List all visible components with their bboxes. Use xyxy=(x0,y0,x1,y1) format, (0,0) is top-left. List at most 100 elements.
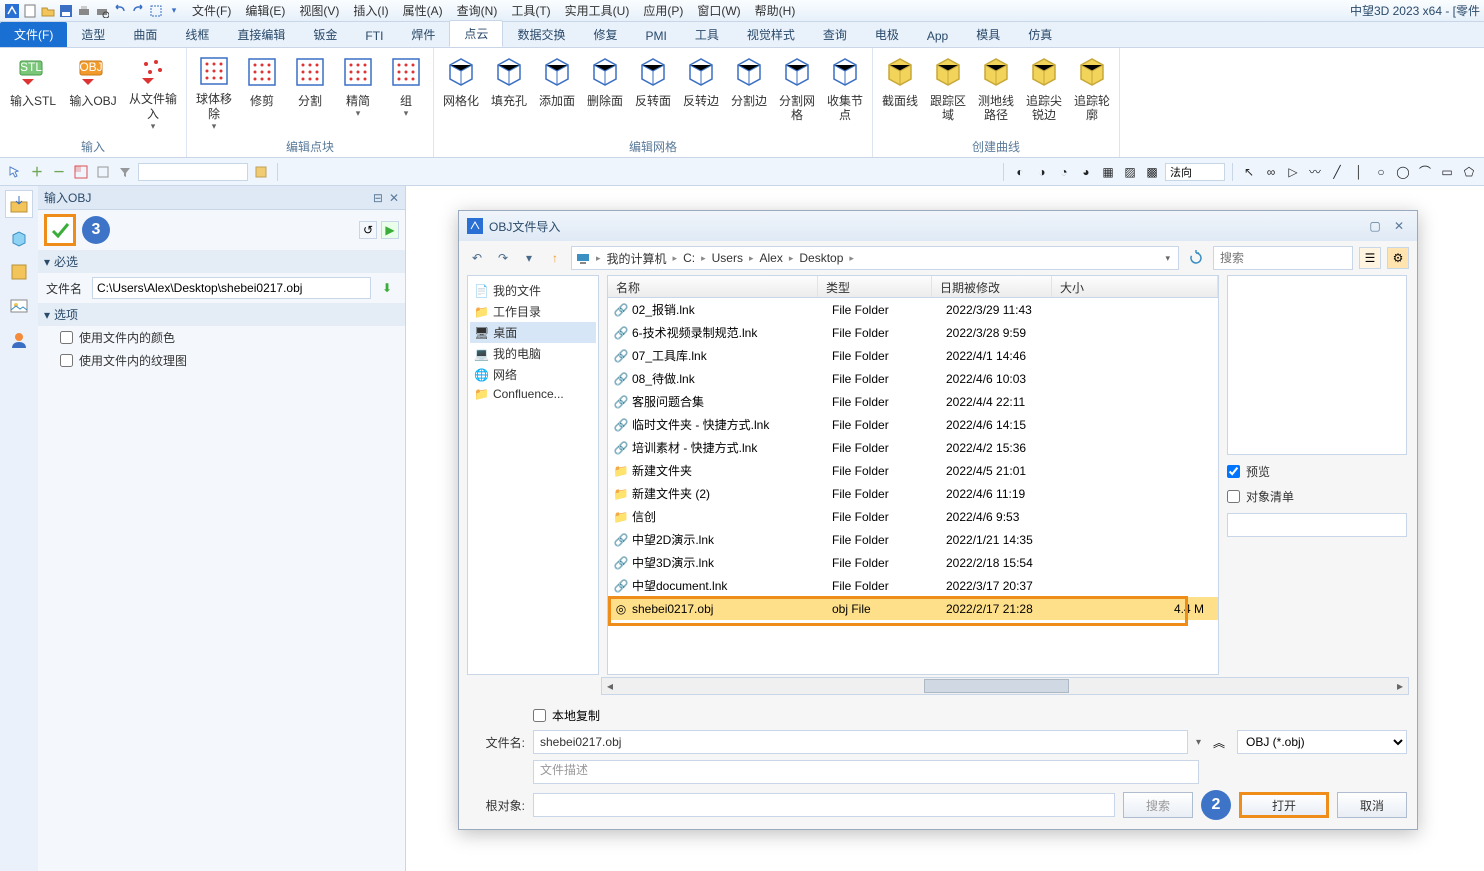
breadcrumb[interactable]: ▸我的计算机▸C:▸Users▸Alex▸Desktop▸▾ xyxy=(571,246,1179,270)
ribbon-tab[interactable]: 文件(F) xyxy=(0,22,67,47)
file-row[interactable]: 🔗08_待做.lnkFile Folder2022/4/6 10:03 xyxy=(608,367,1218,390)
poly-icon[interactable]: ⬠ xyxy=(1460,163,1478,181)
ribbon-tab[interactable]: 仿真 xyxy=(1014,22,1066,47)
close-icon[interactable]: ✕ xyxy=(389,191,399,205)
undo-icon[interactable] xyxy=(112,3,128,19)
tree-item[interactable]: 🌐网络 xyxy=(470,364,596,385)
close-icon[interactable]: ✕ xyxy=(1389,217,1409,235)
scroll-left-icon[interactable]: ◂ xyxy=(602,678,618,694)
menu-item[interactable]: 工具(T) xyxy=(505,1,556,20)
ribbon-button[interactable]: 分割 xyxy=(287,50,333,132)
file-row[interactable]: 🔗临时文件夹 - 快捷方式.lnkFile Folder2022/4/6 14:… xyxy=(608,413,1218,436)
file-row[interactable]: 🔗6-技术视频录制规范.lnkFile Folder2022/3/28 9:59 xyxy=(608,321,1218,344)
ribbon-tab[interactable]: 线框 xyxy=(171,22,223,47)
apply-icon[interactable]: ▶ xyxy=(381,221,399,239)
arrow-icon[interactable]: ↖ xyxy=(1240,163,1258,181)
view-options-icon[interactable]: ⚙ xyxy=(1387,247,1409,269)
ribbon-tab[interactable]: 查询 xyxy=(809,22,861,47)
open-button[interactable]: 打开 xyxy=(1239,792,1329,818)
menu-item[interactable]: 帮助(H) xyxy=(749,1,802,20)
up-icon[interactable]: ↑ xyxy=(545,248,565,268)
ribbon-button[interactable]: 分割边 xyxy=(726,50,772,132)
ellipse-icon[interactable]: ◯ xyxy=(1394,163,1412,181)
menu-item[interactable]: 实用工具(U) xyxy=(559,1,636,20)
play-icon[interactable]: ▷ xyxy=(1284,163,1302,181)
plus-icon[interactable]: ＋ xyxy=(28,163,46,181)
section-options[interactable]: ▾选项 xyxy=(38,303,405,326)
file-row[interactable]: 🔗02_报销.lnkFile Folder2022/3/29 11:43 xyxy=(608,298,1218,321)
menu-item[interactable]: 编辑(E) xyxy=(239,1,291,20)
direction-select[interactable] xyxy=(1165,163,1225,181)
ribbon-tab[interactable]: 工具 xyxy=(681,22,733,47)
tool-icon[interactable]: ◐ xyxy=(1011,163,1029,181)
ribbon-button[interactable]: 组▾ xyxy=(383,50,429,132)
col-date[interactable]: 日期被修改 xyxy=(932,276,1052,297)
filename-input[interactable] xyxy=(533,730,1188,754)
ribbon-button[interactable]: 删除面 xyxy=(582,50,628,132)
ribbon-tab[interactable]: 点云 xyxy=(449,20,503,47)
menu-item[interactable]: 插入(I) xyxy=(347,1,394,20)
tab-user-icon[interactable] xyxy=(5,326,33,354)
print-icon[interactable] xyxy=(76,3,92,19)
tool-icon[interactable]: ▩ xyxy=(1143,163,1161,181)
ribbon-tab[interactable]: 焊件 xyxy=(397,22,449,47)
menu-item[interactable]: 属性(A) xyxy=(397,1,449,20)
menu-item[interactable]: 应用(P) xyxy=(637,1,689,20)
opt-use-color[interactable]: 使用文件内的颜色 xyxy=(38,326,405,349)
ribbon-button[interactable]: OBJ输入OBJ xyxy=(64,50,122,132)
file-row[interactable]: 🔗中望2D演示.lnkFile Folder2022/1/21 14:35 xyxy=(608,528,1218,551)
file-row[interactable]: 🔗中望3D演示.lnkFile Folder2022/2/18 15:54 xyxy=(608,551,1218,574)
col-name[interactable]: 名称 xyxy=(608,276,818,297)
filetype-select[interactable]: OBJ (*.obj) xyxy=(1237,730,1407,754)
local-copy-checkbox[interactable]: 本地复制 xyxy=(533,707,600,724)
tab-box-icon[interactable] xyxy=(5,258,33,286)
filter-icon[interactable] xyxy=(116,163,134,181)
ribbon-tab[interactable]: 直接编辑 xyxy=(223,22,299,47)
line-icon[interactable]: │ xyxy=(1350,163,1368,181)
menu-item[interactable]: 视图(V) xyxy=(293,1,345,20)
breadcrumb-item[interactable]: Alex xyxy=(755,251,786,265)
ribbon-button[interactable]: 反转面 xyxy=(630,50,676,132)
filename-input[interactable] xyxy=(92,277,371,299)
ribbon-tab[interactable]: App xyxy=(913,25,962,47)
file-row[interactable]: 🔗客服问题合集File Folder2022/4/4 22:11 xyxy=(608,390,1218,413)
ribbon-tab[interactable]: 造型 xyxy=(67,22,119,47)
tab-cube-icon[interactable] xyxy=(5,224,33,252)
file-row[interactable]: 📁新建文件夹 (2)File Folder2022/4/6 11:19 xyxy=(608,482,1218,505)
redo-icon[interactable] xyxy=(130,3,146,19)
ribbon-tab[interactable]: 电极 xyxy=(861,22,913,47)
ribbon-button[interactable]: STL输入STL xyxy=(4,50,62,132)
browse-icon[interactable]: ⬇ xyxy=(377,278,397,298)
filter-all-icon[interactable] xyxy=(94,163,112,181)
pin-icon[interactable]: ⊟ xyxy=(373,191,383,205)
scroll-right-icon[interactable]: ▸ xyxy=(1392,678,1408,694)
breadcrumb-item[interactable]: C: xyxy=(679,251,699,265)
col-type[interactable]: 类型 xyxy=(818,276,932,297)
ribbon-button[interactable]: 截面线 xyxy=(877,50,923,132)
tab-image-icon[interactable] xyxy=(5,292,33,320)
tree-item[interactable]: 📁Confluence... xyxy=(470,385,596,403)
reset-icon[interactable]: ↺ xyxy=(359,221,377,239)
file-row[interactable]: 🔗培训素材 - 快捷方式.lnkFile Folder2022/4/2 15:3… xyxy=(608,436,1218,459)
objectlist-checkbox[interactable]: 对象清单 xyxy=(1227,488,1409,505)
tree-item[interactable]: 🖥桌面 xyxy=(470,322,596,343)
ribbon-button[interactable]: 从文件输入▾ xyxy=(124,50,182,132)
ribbon-button[interactable]: 追踪轮廓 xyxy=(1069,50,1115,132)
ribbon-button[interactable]: 反转边 xyxy=(678,50,724,132)
tool-icon[interactable]: ◕ xyxy=(1077,163,1095,181)
save-icon[interactable] xyxy=(58,3,74,19)
file-row[interactable]: 🔗07_工具库.lnkFile Folder2022/4/1 14:46 xyxy=(608,344,1218,367)
confirm-button[interactable] xyxy=(44,214,76,246)
description-input[interactable]: 文件描述 xyxy=(533,760,1199,784)
breadcrumb-item[interactable]: Desktop xyxy=(795,251,847,265)
file-row[interactable]: ◎shebei0217.objobj File2022/2/17 21:284.… xyxy=(608,597,1218,620)
ribbon-button[interactable]: 修剪 xyxy=(239,50,285,132)
spline-icon[interactable]: 〰 xyxy=(1306,163,1324,181)
breadcrumb-item[interactable]: Users xyxy=(708,251,747,265)
horizontal-scrollbar[interactable]: ◂ ▸ xyxy=(601,677,1409,695)
tree-item[interactable]: 💻我的电脑 xyxy=(470,343,596,364)
ribbon-button[interactable]: 追踪尖锐边 xyxy=(1021,50,1067,132)
tab-import-icon[interactable] xyxy=(5,190,33,218)
new-icon[interactable] xyxy=(22,3,38,19)
ribbon-button[interactable]: 添加面 xyxy=(534,50,580,132)
